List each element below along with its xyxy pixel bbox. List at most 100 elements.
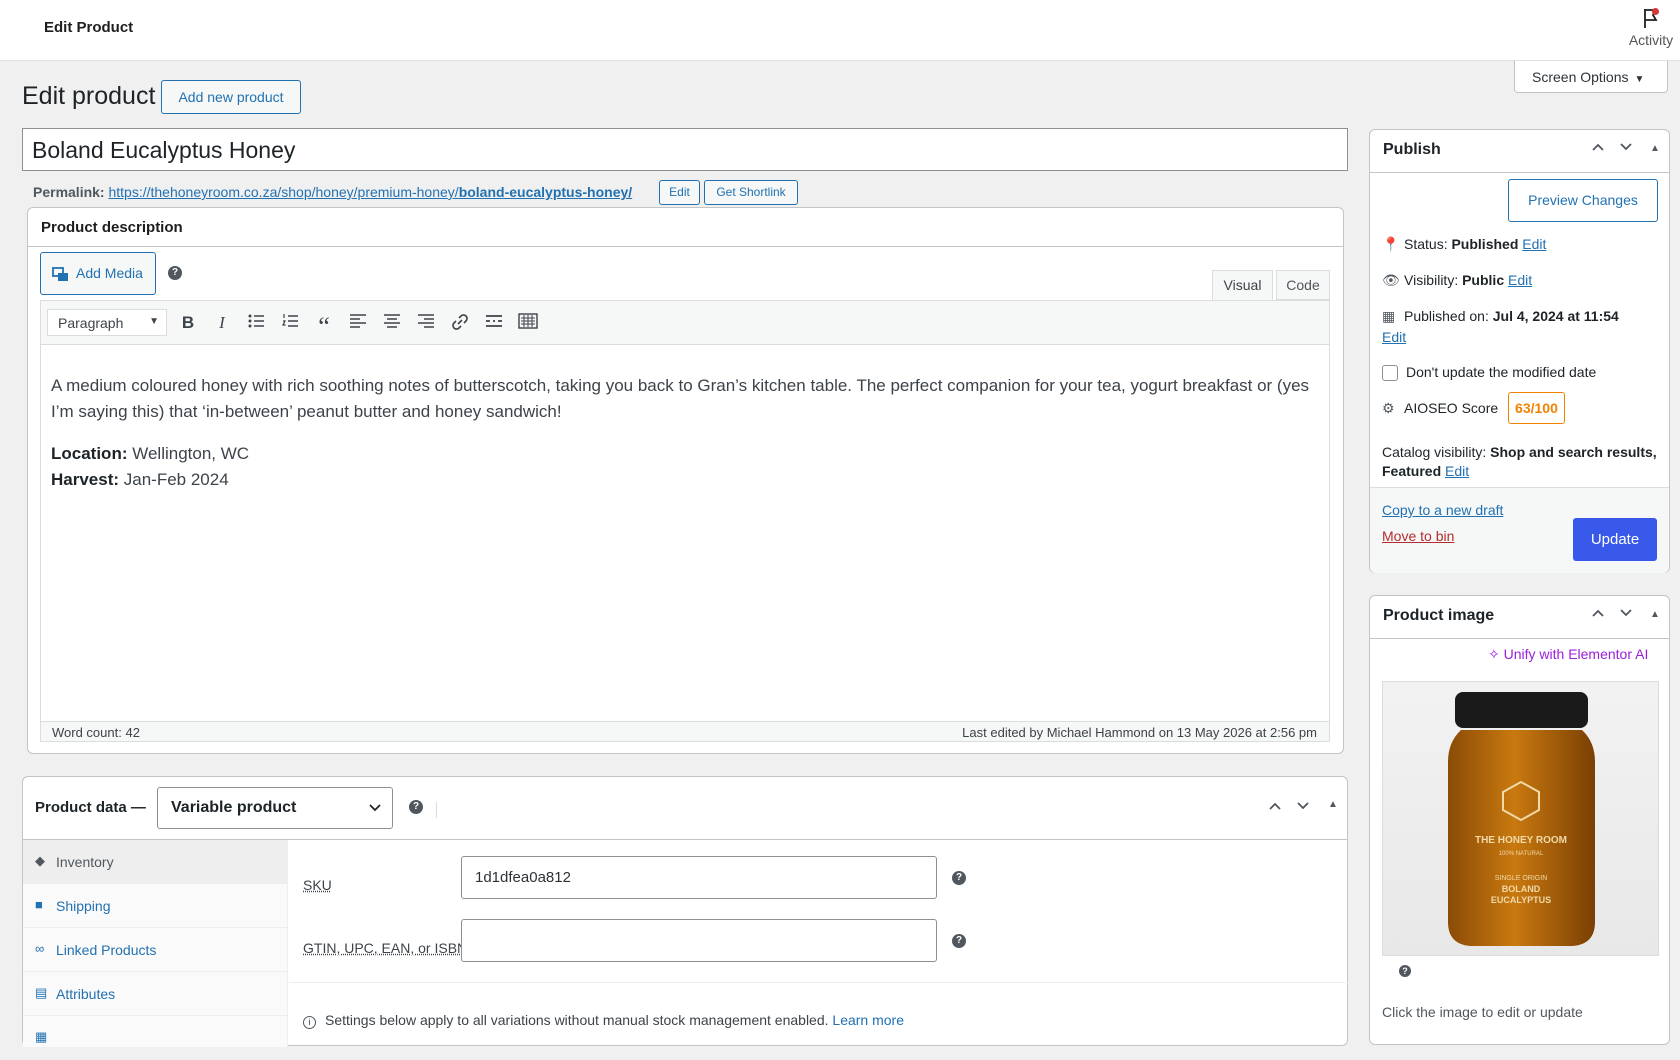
grid-icon: ▦ bbox=[35, 1029, 47, 1045]
tab-attributes[interactable]: ▤ Attributes bbox=[23, 972, 288, 1016]
caret-down-icon: ▼ bbox=[1635, 74, 1645, 85]
update-button[interactable]: Update bbox=[1573, 518, 1657, 561]
product-type-select[interactable]: Variable product bbox=[157, 787, 393, 829]
chevron-down-icon bbox=[368, 800, 382, 819]
sparkle-icon: ✧ bbox=[1488, 646, 1500, 662]
get-shortlink-button[interactable]: Get Shortlink bbox=[704, 180, 798, 205]
visibility-row: 👁 Visibility: Public Edit bbox=[1382, 272, 1532, 289]
aioseo-icon: ⚙ bbox=[1382, 400, 1404, 417]
collapse-toggle-icon[interactable]: ▲ bbox=[1650, 609, 1660, 620]
numbered-list-icon[interactable] bbox=[279, 313, 301, 333]
info-icon: i bbox=[303, 1016, 316, 1029]
dont-update-checkbox[interactable] bbox=[1382, 365, 1398, 381]
word-count: Word count: 42 bbox=[52, 725, 140, 740]
publish-actions: Copy to a new draft Move to bin Update bbox=[1370, 487, 1669, 573]
product-data-heading: Product data — bbox=[35, 799, 146, 816]
align-left-icon[interactable] bbox=[347, 313, 369, 333]
sku-input[interactable]: 1d1dfea0a812 bbox=[461, 856, 937, 899]
chevron-down-icon[interactable] bbox=[1296, 799, 1310, 815]
chevron-up-icon[interactable] bbox=[1268, 799, 1282, 815]
honey-jar-image: THE HONEY ROOM 100% NATURAL SINGLE ORIGI… bbox=[1383, 682, 1660, 957]
activity-label: Activity bbox=[1629, 32, 1673, 48]
chevron-up-icon[interactable] bbox=[1591, 140, 1605, 156]
catalog-edit-link[interactable]: Edit bbox=[1445, 463, 1469, 479]
add-media-label: Add Media bbox=[76, 265, 143, 281]
align-center-icon[interactable] bbox=[381, 313, 403, 333]
aioseo-score-badge[interactable]: 63/100 bbox=[1508, 392, 1565, 424]
preview-changes-button[interactable]: Preview Changes bbox=[1508, 179, 1658, 222]
visibility-edit-link[interactable]: Edit bbox=[1508, 272, 1532, 288]
help-icon[interactable]: ? bbox=[409, 800, 423, 814]
tab-shipping[interactable]: ■ Shipping bbox=[23, 884, 288, 928]
product-data-tabs: ◆ Inventory ■ Shipping ∞ Linked Products ▤ A… bbox=[23, 840, 288, 1047]
status-edit-link[interactable]: Edit bbox=[1522, 236, 1546, 252]
toolbar-toggle-icon[interactable] bbox=[517, 313, 539, 333]
align-right-icon[interactable] bbox=[415, 313, 437, 333]
blockquote-icon[interactable]: “ bbox=[313, 313, 335, 333]
gtin-input[interactable] bbox=[461, 919, 937, 962]
pin-icon: 📍 bbox=[1382, 236, 1404, 253]
svg-text:BOLAND: BOLAND bbox=[1502, 884, 1541, 894]
aioseo-row: ⚙ AIOSEO Score 63/100 bbox=[1382, 392, 1565, 424]
location-line: Location: Wellington, WC bbox=[51, 441, 1321, 467]
read-more-icon[interactable] bbox=[483, 313, 505, 333]
truck-icon: ■ bbox=[35, 897, 43, 912]
svg-text:100% NATURAL: 100% NATURAL bbox=[1499, 851, 1544, 857]
permalink: Permalink: https://thehoneyroom.co.za/sh… bbox=[33, 184, 632, 200]
permalink-edit-button[interactable]: Edit bbox=[659, 180, 700, 205]
product-title-input[interactable]: Boland Eucalyptus Honey bbox=[22, 128, 1348, 171]
list-icon: ▤ bbox=[35, 985, 47, 1001]
bold-icon[interactable]: B bbox=[177, 313, 199, 333]
tab-visual[interactable]: Visual bbox=[1212, 270, 1273, 300]
collapse-toggle-icon[interactable]: ▲ bbox=[1328, 799, 1338, 810]
tab-linked-products[interactable]: ∞ Linked Products bbox=[23, 928, 288, 972]
calendar-icon: ▦ bbox=[1382, 308, 1404, 325]
tab-variations[interactable]: ▦ bbox=[23, 1016, 288, 1060]
editor-status-bar: Word count: 42 Last edited by Michael Ha… bbox=[41, 721, 1329, 741]
svg-text:SINGLE ORIGIN: SINGLE ORIGIN bbox=[1495, 875, 1548, 882]
product-image[interactable]: THE HONEY ROOM 100% NATURAL SINGLE ORIGI… bbox=[1382, 681, 1659, 956]
permalink-url[interactable]: https://thehoneyroom.co.za/shop/honey/pr… bbox=[108, 184, 632, 200]
chevron-up-icon[interactable] bbox=[1591, 606, 1605, 622]
tag-icon: ◆ bbox=[35, 853, 45, 869]
screen-options-label: Screen Options bbox=[1532, 69, 1629, 85]
gtin-label: GTIN, UPC, EAN, or ISBN bbox=[303, 940, 467, 956]
screen-options-button[interactable]: Screen Options ▼ bbox=[1514, 61, 1668, 93]
help-icon[interactable]: ? bbox=[168, 266, 182, 280]
chevron-down-icon[interactable] bbox=[1619, 606, 1633, 622]
caret-down-icon: ▼ bbox=[149, 316, 159, 327]
product-image-box: Product image ▲ ✧ Unify with Elementor A… bbox=[1369, 595, 1670, 1045]
copy-to-draft-link[interactable]: Copy to a new draft bbox=[1382, 502, 1503, 518]
format-select[interactable]: Paragraph ▼ bbox=[47, 309, 167, 336]
italic-icon[interactable]: I bbox=[211, 313, 233, 333]
move-to-bin-link[interactable]: Move to bin bbox=[1382, 528, 1454, 544]
publish-heading: Publish bbox=[1383, 141, 1441, 159]
help-icon[interactable]: ? bbox=[1399, 965, 1411, 977]
collapse-toggle-icon[interactable]: ▲ bbox=[1650, 143, 1660, 154]
learn-more-link[interactable]: Learn more bbox=[832, 1012, 904, 1028]
add-new-product-button[interactable]: Add new product bbox=[161, 80, 301, 114]
add-media-button[interactable]: Add Media bbox=[40, 252, 156, 295]
page-title: Edit product bbox=[22, 82, 155, 111]
sku-label: SKU bbox=[303, 877, 332, 893]
help-icon[interactable]: ? bbox=[952, 871, 966, 885]
media-icon bbox=[51, 264, 71, 287]
publish-box: Publish ▲ Preview Changes 📍 Status: Publi… bbox=[1369, 129, 1670, 573]
editor-content[interactable]: A medium coloured honey with rich soothi… bbox=[51, 373, 1321, 493]
image-caption: Click the image to edit or update bbox=[1382, 1004, 1583, 1020]
product-description-heading: Product description bbox=[41, 219, 183, 236]
page-header-title: Edit Product bbox=[44, 19, 133, 36]
product-data-box: Product data — Variable product ? ▲ ◆ Inv… bbox=[22, 776, 1348, 1046]
tab-inventory[interactable]: ◆ Inventory bbox=[23, 840, 288, 884]
chevron-down-icon[interactable] bbox=[1619, 140, 1633, 156]
variations-note: i Settings below apply to all variations … bbox=[303, 1012, 904, 1029]
tab-code[interactable]: Code bbox=[1276, 270, 1330, 300]
unify-elementor-ai-link[interactable]: ✧ Unify with Elementor AI bbox=[1488, 646, 1648, 663]
link-icon[interactable] bbox=[449, 313, 471, 333]
last-edited: Last edited by Michael Hammond on 13 May… bbox=[962, 725, 1317, 740]
activity-button[interactable]: Activity bbox=[1622, 6, 1680, 48]
bullet-list-icon[interactable] bbox=[245, 313, 267, 333]
help-icon[interactable]: ? bbox=[952, 934, 966, 948]
link-icon: ∞ bbox=[35, 941, 44, 956]
published-on-edit-link[interactable]: Edit bbox=[1382, 329, 1406, 345]
